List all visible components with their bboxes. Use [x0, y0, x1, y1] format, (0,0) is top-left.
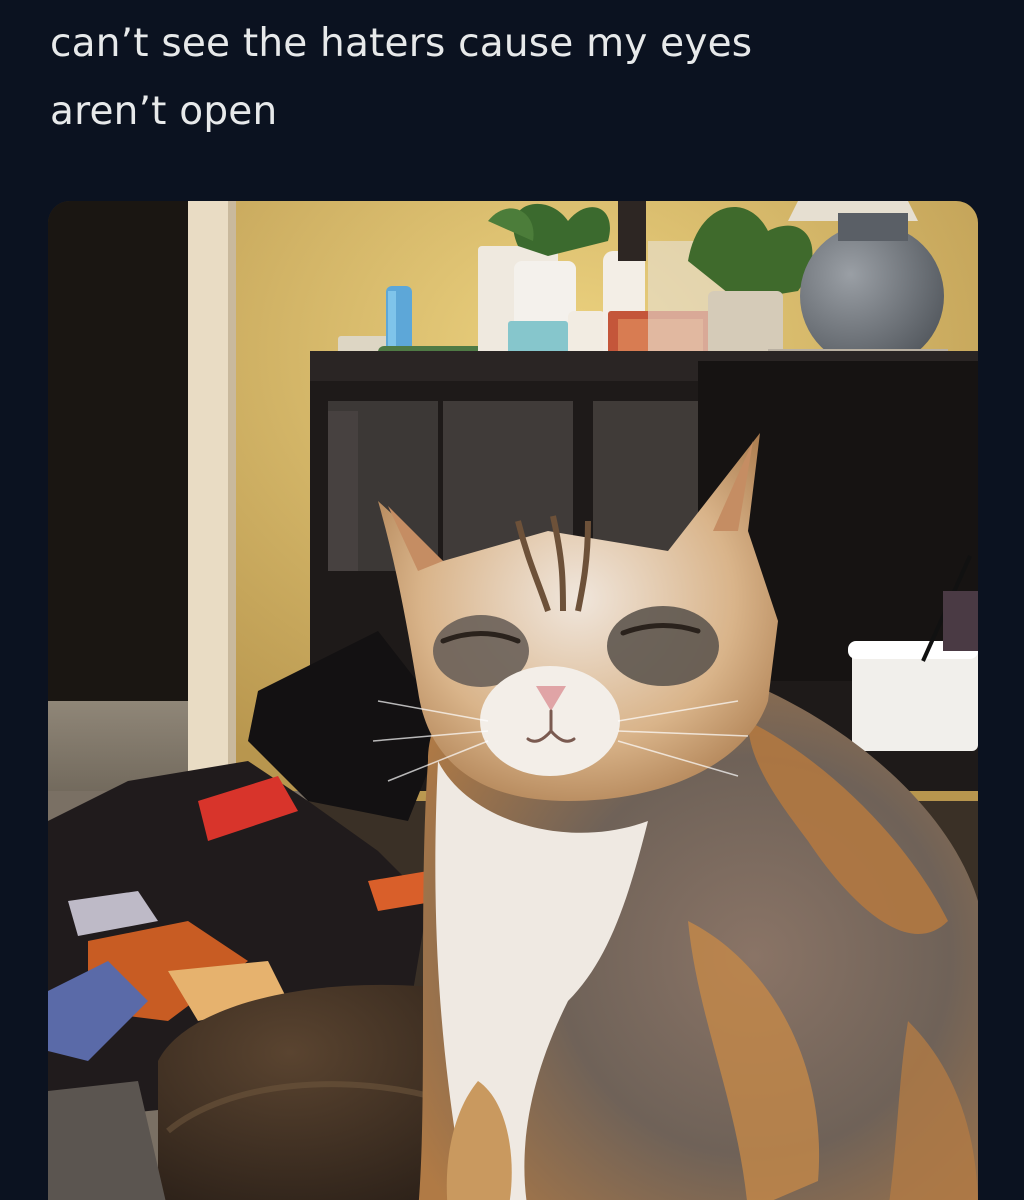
tweet-text-line-2: aren’t open — [50, 89, 278, 134]
tweet-text-line-1: can’t see the haters cause my eyes — [50, 21, 753, 66]
tweet-page: can’t see the haters cause my eyes aren’… — [0, 0, 1024, 1200]
cat-photo-illustration — [48, 201, 978, 1200]
tweet-photo[interactable] — [48, 201, 978, 1200]
tweet-text: can’t see the haters cause my eyes aren’… — [50, 10, 950, 146]
